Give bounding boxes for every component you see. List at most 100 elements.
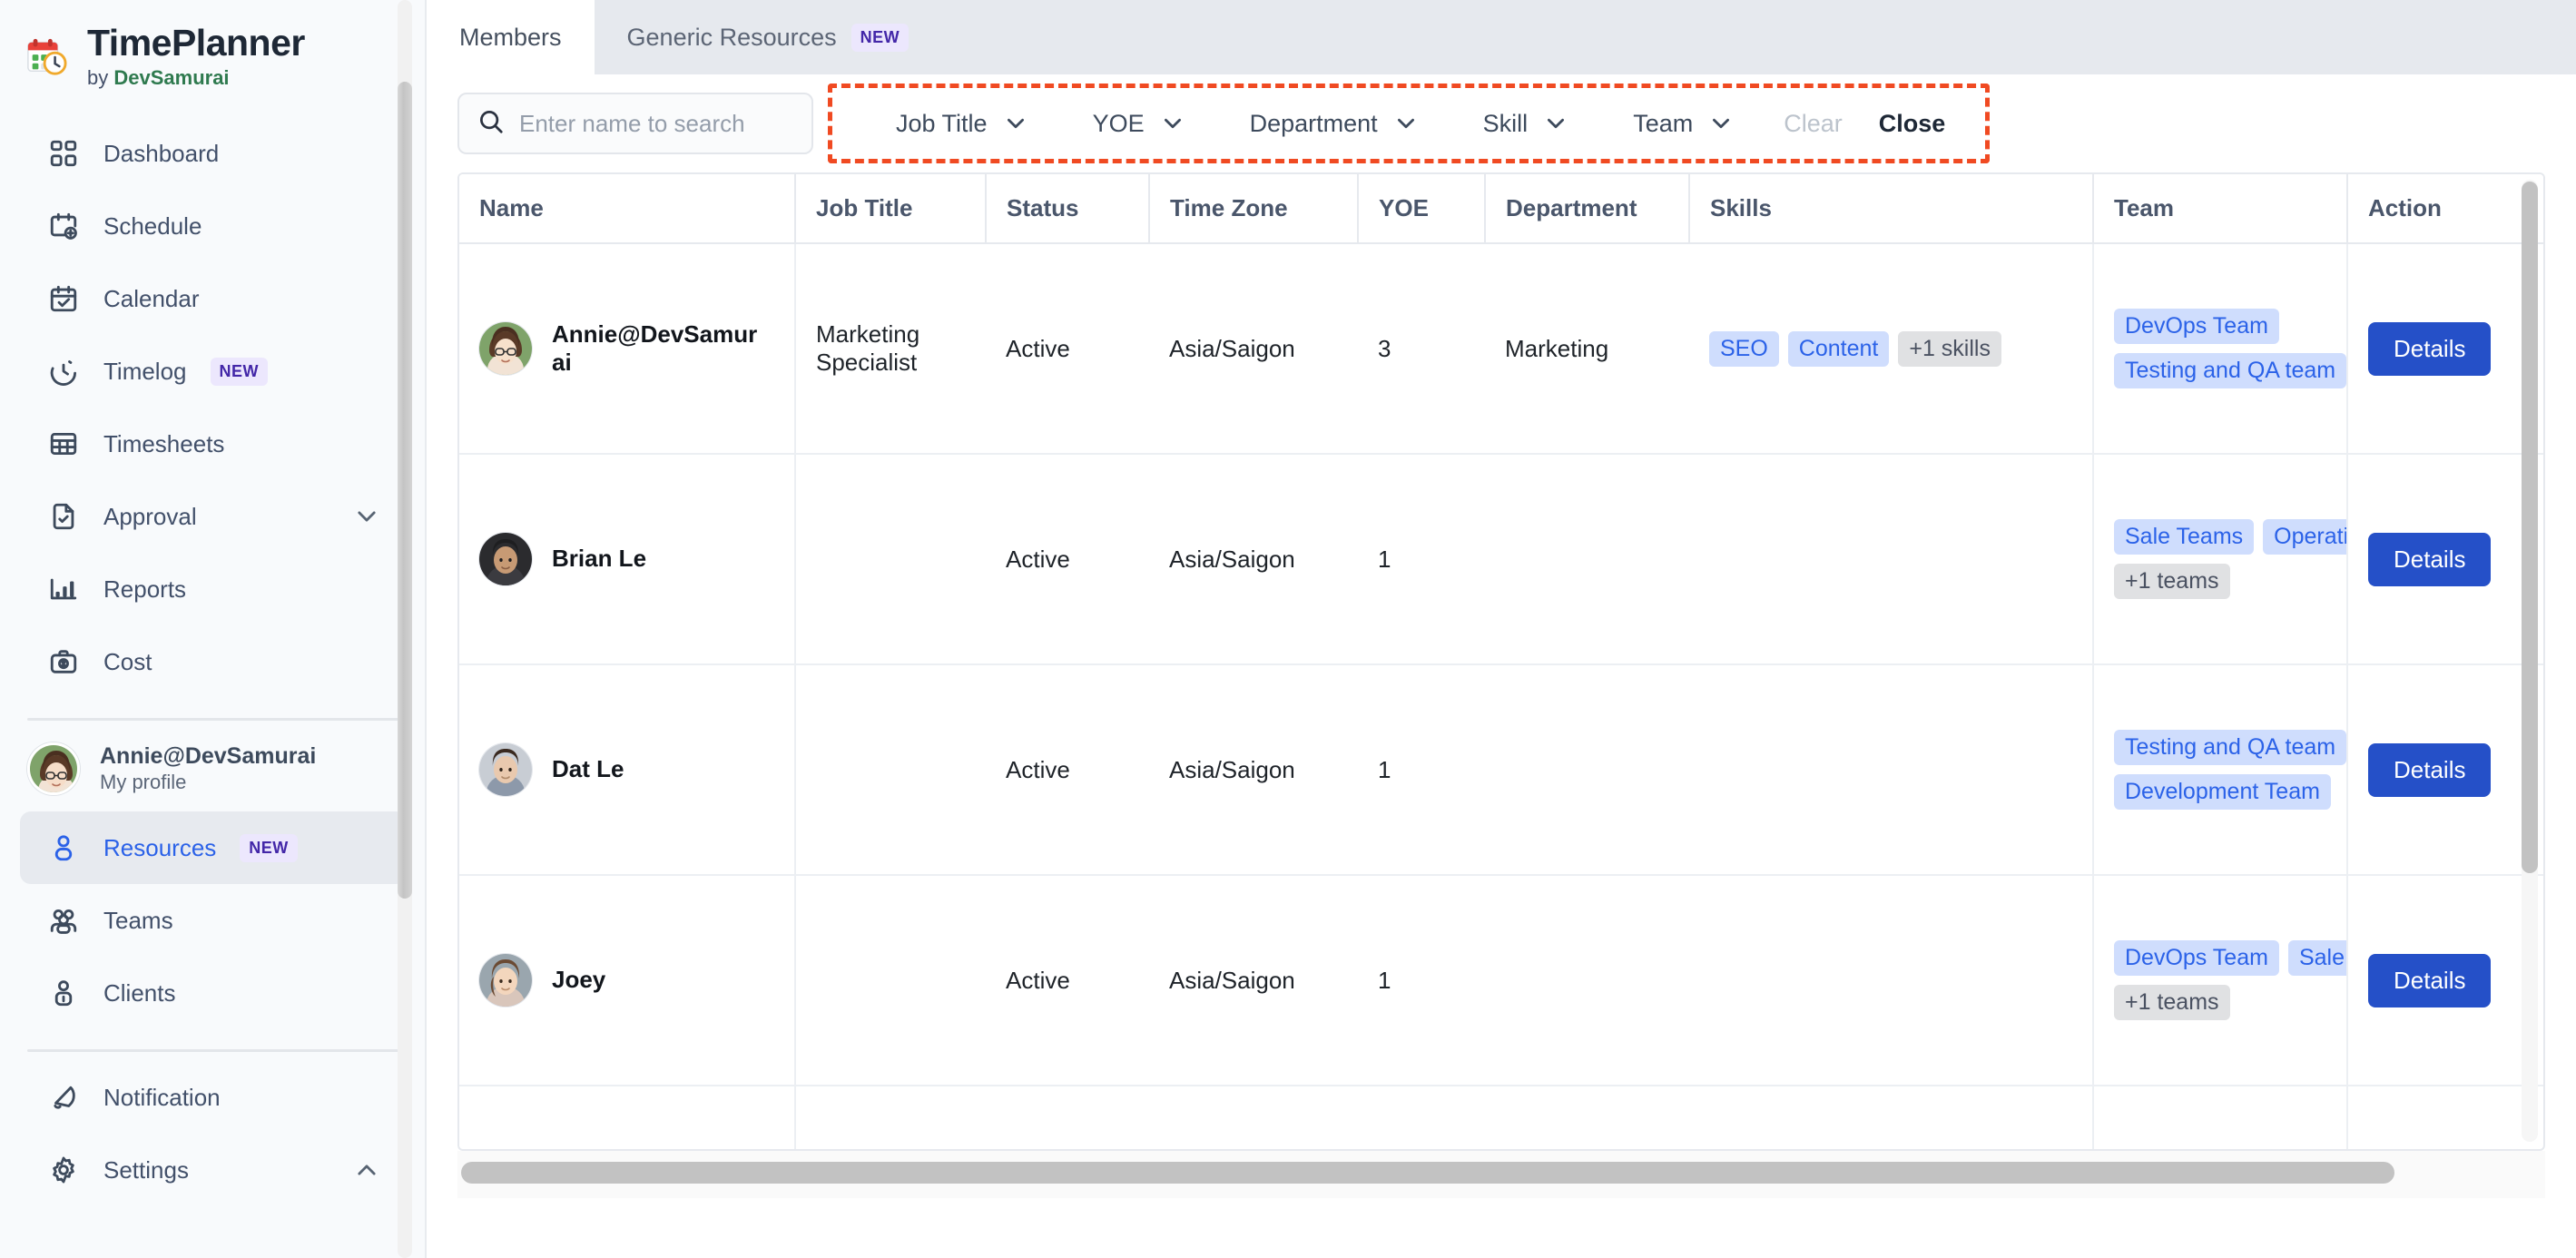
filter-department[interactable]: Department [1219, 110, 1449, 138]
team-tag[interactable]: Operations Team [2263, 519, 2345, 555]
filter-yoe[interactable]: YOE [1062, 110, 1215, 138]
column-header-skills[interactable]: Skills [1689, 174, 2094, 244]
table-row: Khai Nguyen ActiveJapan1 Sale TeamsTesting… [459, 1086, 2543, 1149]
filter-label: Department [1249, 109, 1378, 137]
sidebar-item-resources[interactable]: Resources NEW [20, 811, 407, 885]
cell-skills: SEO Content +1 skills [1689, 243, 2094, 455]
column-header-status[interactable]: Status [986, 174, 1150, 244]
people-group-icon [47, 904, 80, 937]
sidebar-scrollbar-thumb[interactable] [398, 82, 412, 899]
cell-job-title [795, 875, 986, 1086]
cell-name: Joey [459, 875, 796, 1086]
skill-tag[interactable]: Content [1787, 330, 1890, 367]
team-tag[interactable]: Sale Teams [2114, 519, 2255, 555]
member-name: Annie@DevSamurai [552, 319, 758, 376]
cell-team: Testing and QA team Development Team [2093, 664, 2348, 876]
cell-job-title [795, 664, 986, 876]
sidebar-item-notification[interactable]: Notification [20, 1061, 407, 1134]
details-button[interactable]: Details [2368, 321, 2492, 376]
sidebar-item-label: Timesheets [103, 429, 225, 457]
details-button[interactable]: Details [2368, 532, 2492, 586]
tab-generic-resources[interactable]: Generic Resources NEW [595, 0, 942, 74]
filter-job-title[interactable]: Job Title [865, 110, 1058, 138]
table-row: Brian Le Active Asia/Saigon 1 Sale Teams Oper… [459, 454, 2543, 665]
tab-label: Generic Resources [626, 23, 837, 51]
team-tag[interactable]: Development Team [2114, 774, 2331, 810]
cell-yoe: 1 [1358, 875, 1485, 1086]
chevron-up-icon[interactable] [354, 1157, 379, 1183]
column-header-time-zone[interactable]: Time Zone [1149, 174, 1359, 244]
sidebar-item-timelog[interactable]: Timelog NEW [20, 335, 407, 408]
sidebar-item-label: Notification [103, 1083, 221, 1111]
team-tag[interactable]: DevOps Team [2114, 309, 2279, 344]
skill-more-tag[interactable]: +1 skills [1898, 330, 2001, 367]
search-input[interactable] [519, 109, 793, 138]
sidebar-nav-tertiary: Notification Settings [0, 1061, 427, 1206]
table-horizontal-scrollbar-thumb[interactable] [461, 1162, 2394, 1184]
cell-status: Active [986, 454, 1149, 665]
sidebar-item-schedule[interactable]: Schedule [20, 190, 407, 262]
sidebar-nav-secondary: Resources NEW Teams Clients [0, 811, 427, 1029]
search-box[interactable] [457, 93, 813, 154]
team-tag[interactable]: Testing and QA team [2114, 730, 2345, 765]
column-header-job-title[interactable]: Job Title [795, 174, 987, 244]
table-row: Joey ActiveAsia/Saigon1 DevOps TeamSale Te… [459, 875, 2543, 1086]
tab-members[interactable]: Members [427, 0, 595, 74]
cell-department [1485, 664, 1689, 876]
clear-filters-button[interactable]: Clear [1767, 110, 1859, 138]
cell-time-zone: Asia/Saigon [1149, 243, 1358, 455]
team-tag[interactable]: DevOps Team [2114, 940, 2279, 976]
sidebar-divider-2 [27, 1049, 399, 1053]
chevron-down-icon [1161, 112, 1185, 135]
sidebar-item-label: Clients [103, 978, 176, 1007]
cell-job-title: Marketing Specialist [795, 243, 986, 455]
column-header-team[interactable]: Team [2093, 174, 2348, 244]
sidebar-item-label: Reports [103, 575, 187, 603]
filter-team[interactable]: Team [1602, 110, 1764, 138]
cell-name: Annie@DevSamurai [459, 243, 796, 455]
sidebar-item-teams[interactable]: Teams [20, 884, 407, 957]
cell-yoe: 1 [1358, 454, 1485, 665]
sidebar-item-calendar[interactable]: Calendar [20, 262, 407, 335]
sidebar-item-reports[interactable]: Reports [20, 553, 407, 625]
sidebar-item-approval[interactable]: Approval [20, 480, 407, 553]
cell-job-title [795, 1086, 986, 1149]
sidebar: TimePlanner by DevSamurai Dashboard Sched… [0, 0, 427, 1258]
column-header-department[interactable]: Department [1485, 174, 1690, 244]
sidebar-item-label: Cost [103, 647, 152, 675]
details-button[interactable]: Details [2368, 742, 2492, 797]
column-header-yoe[interactable]: YOE [1358, 174, 1486, 244]
team-tag[interactable]: Sale Teams [2287, 940, 2345, 976]
table-row: Annie@DevSamurai Marketing Specialist Acti… [459, 243, 2543, 455]
cell-action: Details [2347, 875, 2543, 1086]
column-header-action[interactable]: Action [2347, 174, 2543, 244]
skill-tag[interactable]: SEO [1709, 330, 1779, 367]
avatar [479, 743, 532, 796]
table-vertical-scrollbar-thumb[interactable] [2522, 182, 2538, 873]
chevron-down-icon[interactable] [354, 504, 379, 529]
cell-action: Details [2347, 454, 2543, 665]
close-filters-button[interactable]: Close [1863, 110, 1962, 138]
team-more-tag[interactable]: +1 teams [2114, 985, 2230, 1020]
sidebar-item-dashboard[interactable]: Dashboard [20, 117, 407, 190]
column-header-name[interactable]: Name [459, 174, 796, 244]
table-horizontal-scrollbar-track[interactable] [457, 1151, 2545, 1198]
calendar-check-icon [47, 282, 80, 315]
member-name: Brian Le [552, 545, 647, 573]
cell-team: DevOps TeamSale Teams +1 teams [2093, 875, 2348, 1086]
sidebar-item-settings[interactable]: Settings [20, 1134, 407, 1206]
brand[interactable]: TimePlanner by DevSamurai [0, 0, 427, 97]
sidebar-item-timesheets[interactable]: Timesheets [20, 408, 407, 480]
sidebar-item-clients[interactable]: Clients [20, 957, 407, 1029]
cell-name: Dat Le [459, 664, 796, 876]
avatar [479, 954, 532, 1007]
filter-group-highlighted: Job Title YOE Department Skill Team Clear Clos… [828, 84, 1991, 163]
brand-company: DevSamurai [113, 66, 230, 90]
team-tag[interactable]: Testing and QA team [2114, 353, 2345, 388]
table-row: Dat Le Active Asia/Saigon 1 Testing and QA t… [459, 664, 2543, 876]
filter-skill[interactable]: Skill [1452, 110, 1599, 138]
sidebar-item-cost[interactable]: Cost [20, 625, 407, 698]
sidebar-profile[interactable]: Annie@DevSamurai My profile [0, 730, 427, 811]
team-more-tag[interactable]: +1 teams [2114, 564, 2230, 599]
details-button[interactable]: Details [2368, 953, 2492, 1007]
